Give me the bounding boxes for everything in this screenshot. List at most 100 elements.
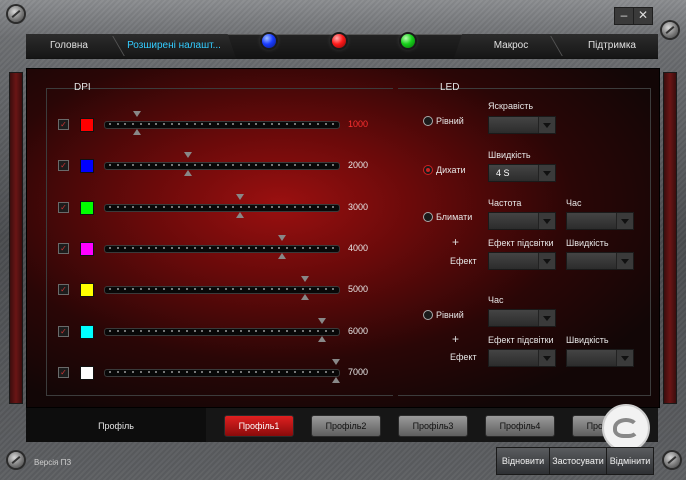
blink-time-select[interactable] — [566, 212, 634, 230]
chevron-down-icon — [538, 165, 555, 181]
dpi-slider-track[interactable] — [104, 328, 340, 336]
dpi-slider-track[interactable] — [104, 162, 340, 170]
slider-tick — [239, 164, 242, 166]
dpi-slider-handle[interactable] — [235, 194, 244, 200]
breathing-speed-select[interactable]: 4 S — [488, 164, 556, 182]
profile-1-button[interactable]: Профіль1 — [224, 415, 294, 437]
cancel-button[interactable]: Відмінити — [606, 447, 654, 475]
dpi-slider-handle[interactable] — [184, 152, 193, 158]
steady-radio[interactable] — [423, 116, 433, 126]
slider-tick — [316, 371, 319, 373]
profile-4-button[interactable]: Профіль4 — [485, 415, 555, 437]
slider-tick — [193, 206, 196, 208]
slider-tick — [309, 123, 312, 125]
steady2-speed-select[interactable] — [566, 349, 634, 367]
slider-tick — [278, 371, 281, 373]
tab-support[interactable]: Підтримка — [570, 34, 654, 58]
profile-3-button[interactable]: Профіль3 — [398, 415, 468, 437]
bolt-icon — [664, 452, 680, 468]
dpi-slider-handle[interactable] — [301, 294, 310, 300]
plus-icon: + — [452, 235, 460, 249]
dpi-slider-track[interactable] — [104, 121, 340, 129]
dpi-slider-handle[interactable] — [277, 253, 286, 259]
dpi-color-swatch[interactable] — [80, 201, 94, 215]
slider-tick — [162, 123, 165, 125]
slider-tick — [263, 371, 265, 373]
slider-tick — [293, 164, 296, 166]
slider-tick — [332, 330, 335, 332]
slider-tick — [239, 206, 242, 208]
slider-tick — [109, 123, 111, 125]
slider-tick — [132, 164, 135, 166]
dpi-section-frame — [46, 88, 393, 396]
tab-advanced-settings[interactable]: Розширені налашт... — [124, 34, 224, 58]
dpi-color-swatch[interactable] — [80, 366, 94, 380]
dpi-checkbox[interactable]: ✓ — [58, 160, 69, 171]
dpi-slider-handle[interactable] — [331, 377, 340, 383]
dpi-slider-handle[interactable] — [132, 129, 141, 135]
slider-tick — [209, 371, 212, 373]
dpi-slider-handle[interactable] — [277, 235, 286, 241]
dpi-slider-handle[interactable] — [235, 212, 244, 218]
dpi-checkbox[interactable]: ✓ — [58, 202, 69, 213]
chevron-down-icon — [538, 213, 555, 229]
dpi-color-swatch[interactable] — [80, 242, 94, 256]
dpi-checkbox[interactable]: ✓ — [58, 243, 69, 254]
dpi-color-swatch[interactable] — [80, 159, 94, 173]
dpi-slider-track[interactable] — [104, 286, 340, 294]
slider-tick — [301, 371, 304, 373]
slider-tick — [170, 247, 173, 249]
dpi-slider-handle[interactable] — [331, 359, 340, 365]
dpi-checkbox[interactable]: ✓ — [58, 367, 69, 378]
dpi-value: 1000 — [348, 119, 369, 129]
dpi-slider-handle[interactable] — [132, 111, 141, 117]
breathing-radio[interactable] — [423, 165, 433, 175]
dpi-slider-handle[interactable] — [301, 276, 310, 282]
steady2-time-select[interactable] — [488, 309, 556, 327]
dpi-slider-handle[interactable] — [317, 318, 326, 324]
dpi-slider-track[interactable] — [104, 204, 340, 212]
steady2-radio[interactable] — [423, 310, 433, 320]
dpi-slider-handle[interactable] — [317, 336, 326, 342]
blink-speed-select[interactable] — [566, 252, 634, 270]
chevron-down-icon — [538, 117, 555, 133]
restore-button[interactable]: Відновити — [496, 447, 550, 475]
dpi-color-swatch[interactable] — [80, 325, 94, 339]
slider-tick — [286, 164, 289, 166]
steady2-backlight-select[interactable] — [488, 349, 556, 367]
dpi-checkbox[interactable]: ✓ — [58, 326, 69, 337]
slider-tick — [155, 123, 158, 125]
slider-tick — [278, 288, 281, 290]
close-button[interactable]: ✕ — [633, 7, 653, 25]
dpi-checkbox[interactable]: ✓ — [58, 284, 69, 295]
slider-tick — [309, 288, 312, 290]
blink-radio[interactable] — [423, 212, 433, 222]
slider-tick — [201, 206, 204, 208]
slider-tick — [132, 330, 135, 332]
blink-backlight-select[interactable] — [488, 252, 556, 270]
dpi-value: 6000 — [348, 326, 369, 336]
blink-frequency-select[interactable] — [488, 212, 556, 230]
brightness-select[interactable] — [488, 116, 556, 134]
dpi-color-swatch[interactable] — [80, 118, 94, 132]
slider-tick — [270, 164, 273, 166]
dpi-slider-handle[interactable] — [184, 170, 193, 176]
apply-button[interactable]: Застосувати — [549, 447, 607, 475]
dpi-slider-track[interactable] — [104, 245, 340, 253]
slider-tick — [116, 330, 119, 332]
dpi-color-swatch[interactable] — [80, 283, 94, 297]
minimize-button[interactable]: – — [614, 7, 634, 25]
slider-tick — [155, 330, 158, 332]
dpi-slider-track[interactable] — [104, 369, 340, 377]
slider-tick — [178, 247, 181, 249]
slider-tick — [201, 164, 204, 166]
slider-tick — [139, 164, 142, 166]
tab-macro[interactable]: Макрос — [476, 34, 546, 58]
dpi-checkbox[interactable]: ✓ — [58, 119, 69, 130]
tab-home[interactable]: Головна — [34, 34, 104, 58]
bolt-icon — [8, 452, 24, 468]
slider-tick — [170, 371, 173, 373]
dpi-value: 2000 — [348, 160, 369, 170]
slider-tick — [301, 206, 304, 208]
profile-2-button[interactable]: Профіль2 — [311, 415, 381, 437]
